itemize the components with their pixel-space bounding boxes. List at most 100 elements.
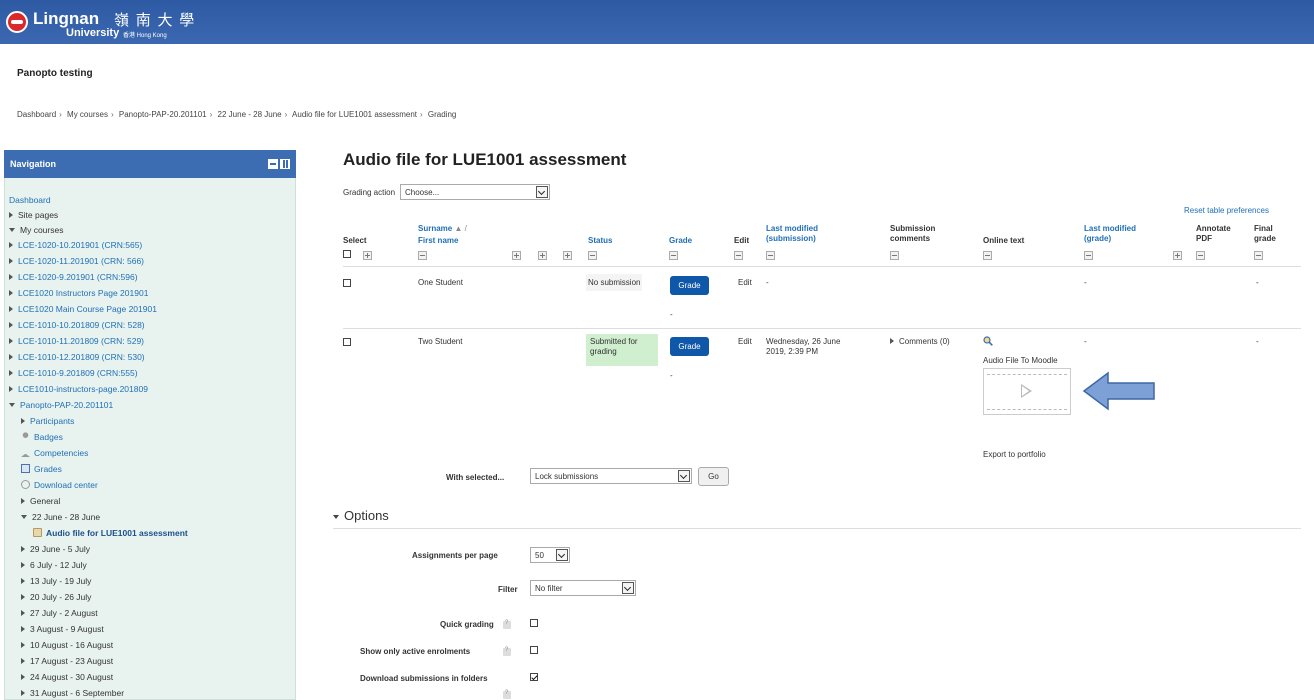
nav-week[interactable]: 29 June - 5 July	[21, 544, 90, 554]
hide-column-icon[interactable]	[588, 251, 597, 260]
collapse-block-icon[interactable]	[268, 159, 278, 169]
nav-week[interactable]: 13 July - 19 July	[21, 576, 91, 586]
nav-course-item[interactable]: LCE-1020-11.201901 (CRN: 566)	[9, 256, 144, 266]
student-name-link[interactable]: Two Student	[418, 337, 462, 347]
nav-course-item[interactable]: LCE-1020-10.201901 (CRN:565)	[9, 240, 142, 250]
breadcrumb-section[interactable]: 22 June - 28 June	[218, 110, 282, 119]
row-select-checkbox[interactable]	[343, 338, 351, 346]
edit-menu-link[interactable]: Edit	[738, 337, 752, 347]
options-section-toggle[interactable]: Options	[333, 508, 389, 523]
col-last-modified-grade[interactable]: Last modified (grade)	[1084, 224, 1136, 244]
assignments-per-page-select[interactable]: 50	[530, 547, 570, 563]
hide-column-icon[interactable]	[1196, 251, 1205, 260]
export-to-portfolio-link[interactable]: Export to portfolio	[983, 450, 1046, 460]
nav-week[interactable]: 6 July - 12 July	[21, 560, 87, 570]
show-column-icon[interactable]	[512, 251, 521, 260]
show-column-icon[interactable]	[363, 251, 372, 260]
show-active-enrolments-checkbox[interactable]	[530, 646, 538, 654]
nav-participants[interactable]: Participants	[21, 416, 74, 426]
nav-course-item[interactable]: LCE1020 Main Course Page 201901	[9, 304, 157, 314]
quick-grading-checkbox[interactable]	[530, 619, 538, 627]
nav-grades[interactable]: Grades	[21, 464, 62, 474]
col-grade[interactable]: Grade	[669, 236, 692, 246]
help-icon[interactable]	[503, 620, 511, 629]
nav-site-pages[interactable]: Site pages	[9, 210, 58, 220]
university-logo-icon[interactable]	[6, 11, 28, 33]
nav-week[interactable]: 24 August - 30 August	[21, 672, 113, 682]
nav-my-courses[interactable]: My courses	[9, 225, 63, 235]
audio-file-link[interactable]: Audio File To Moodle	[983, 356, 1058, 366]
nav-current-course[interactable]: Panopto-PAP-20.201101	[9, 400, 113, 410]
help-icon[interactable]	[503, 690, 511, 699]
edit-menu-link[interactable]: Edit	[738, 278, 752, 288]
breadcrumb-assignment[interactable]: Audio file for LUE1001 assessment	[292, 110, 417, 119]
grading-action-value: Choose...	[405, 188, 440, 197]
hide-column-icon[interactable]	[890, 251, 899, 260]
nav-dashboard[interactable]: Dashboard	[9, 195, 51, 205]
nav-week[interactable]: 3 August - 9 August	[21, 624, 104, 634]
nav-course-item[interactable]: LCE1020 Instructors Page 201901	[9, 288, 148, 298]
nav-week[interactable]: 17 August - 23 August	[21, 656, 113, 666]
nav-badges[interactable]: Badges	[21, 432, 63, 442]
hide-column-icon[interactable]	[418, 251, 427, 260]
breadcrumb-my-courses[interactable]: My courses	[67, 110, 108, 119]
magnifier-icon[interactable]	[983, 336, 993, 346]
show-column-icon[interactable]	[538, 251, 547, 260]
expand-icon	[21, 562, 25, 568]
hide-column-icon[interactable]	[1254, 251, 1263, 260]
breadcrumb-dashboard[interactable]: Dashboard	[17, 110, 56, 119]
show-column-icon[interactable]	[563, 251, 572, 260]
hide-column-icon[interactable]	[669, 251, 678, 260]
logo-cjk-text: 嶺 南 大 學	[114, 11, 196, 29]
col-last-modified-submission[interactable]: Last modified (submission)	[766, 224, 818, 244]
filter-select[interactable]: No filter	[530, 580, 636, 596]
col-first-name[interactable]: First name	[418, 236, 458, 246]
with-selected-label: With selected...	[446, 473, 505, 482]
col-status[interactable]: Status	[588, 236, 612, 246]
nav-week[interactable]: 10 August - 16 August	[21, 640, 113, 650]
chevron-down-icon	[536, 186, 548, 198]
download-in-folders-checkbox[interactable]	[530, 673, 538, 681]
hide-column-icon[interactable]	[734, 251, 743, 260]
grading-action-select[interactable]: Choose...	[400, 184, 550, 200]
dock-block-icon[interactable]	[280, 159, 290, 169]
embedded-video-player[interactable]	[983, 368, 1071, 415]
go-button[interactable]: Go	[698, 467, 729, 486]
header-divider	[343, 266, 1301, 267]
expand-icon	[21, 578, 25, 584]
nav-course-item[interactable]: LCE-1020-9.201901 (CRN:596)	[9, 272, 138, 282]
assignments-per-page-value: 50	[535, 551, 544, 560]
play-icon[interactable]	[1021, 384, 1032, 398]
col-surname[interactable]: Surname ▲ /	[418, 224, 467, 234]
row-select-checkbox[interactable]	[343, 279, 351, 287]
nav-course-item[interactable]: LCE-1010-9.201809 (CRN:555)	[9, 368, 138, 378]
hide-column-icon[interactable]	[983, 251, 992, 260]
nav-active-assignment[interactable]: Audio file for LUE1001 assessment	[33, 528, 188, 538]
nav-week[interactable]: 20 July - 26 July	[21, 592, 91, 602]
nav-course-item[interactable]: LCE-1010-10.201809 (CRN: 528)	[9, 320, 145, 330]
nav-course-item[interactable]: LCE-1010-11.201809 (CRN: 529)	[9, 336, 144, 346]
nav-course-item[interactable]: LCE-1010-12.201809 (CRN: 530)	[9, 352, 145, 362]
download-icon	[21, 480, 30, 489]
grade-button[interactable]: Grade	[670, 276, 709, 295]
hide-column-icon[interactable]	[1084, 251, 1093, 260]
nav-week[interactable]: 27 July - 2 August	[21, 608, 98, 618]
select-all-checkbox[interactable]	[343, 250, 351, 258]
nav-week[interactable]: 31 August - 6 September	[21, 688, 124, 698]
nav-download-center[interactable]: Download center	[21, 480, 98, 490]
breadcrumb-course[interactable]: Panopto-PAP-20.201101	[119, 110, 207, 119]
nav-competencies[interactable]: Competencies	[21, 448, 88, 458]
comments-toggle[interactable]: Comments (0)	[890, 337, 950, 347]
logo-text[interactable]: Lingnan	[33, 9, 99, 29]
reset-table-preferences-link[interactable]: Reset table preferences	[1184, 206, 1269, 215]
nav-week-current[interactable]: 22 June - 28 June	[21, 512, 100, 522]
nav-course-item[interactable]: LCE1010-instructors-page.201809	[9, 384, 148, 394]
bulk-action-select[interactable]: Lock submissions	[530, 468, 692, 484]
show-column-icon[interactable]	[1173, 251, 1182, 260]
nav-general[interactable]: General	[21, 496, 60, 506]
help-icon[interactable]	[503, 647, 511, 656]
hide-column-icon[interactable]	[766, 251, 775, 260]
student-name-link[interactable]: One Student	[418, 278, 463, 288]
expand-icon	[21, 626, 25, 632]
grade-button[interactable]: Grade	[670, 337, 709, 356]
